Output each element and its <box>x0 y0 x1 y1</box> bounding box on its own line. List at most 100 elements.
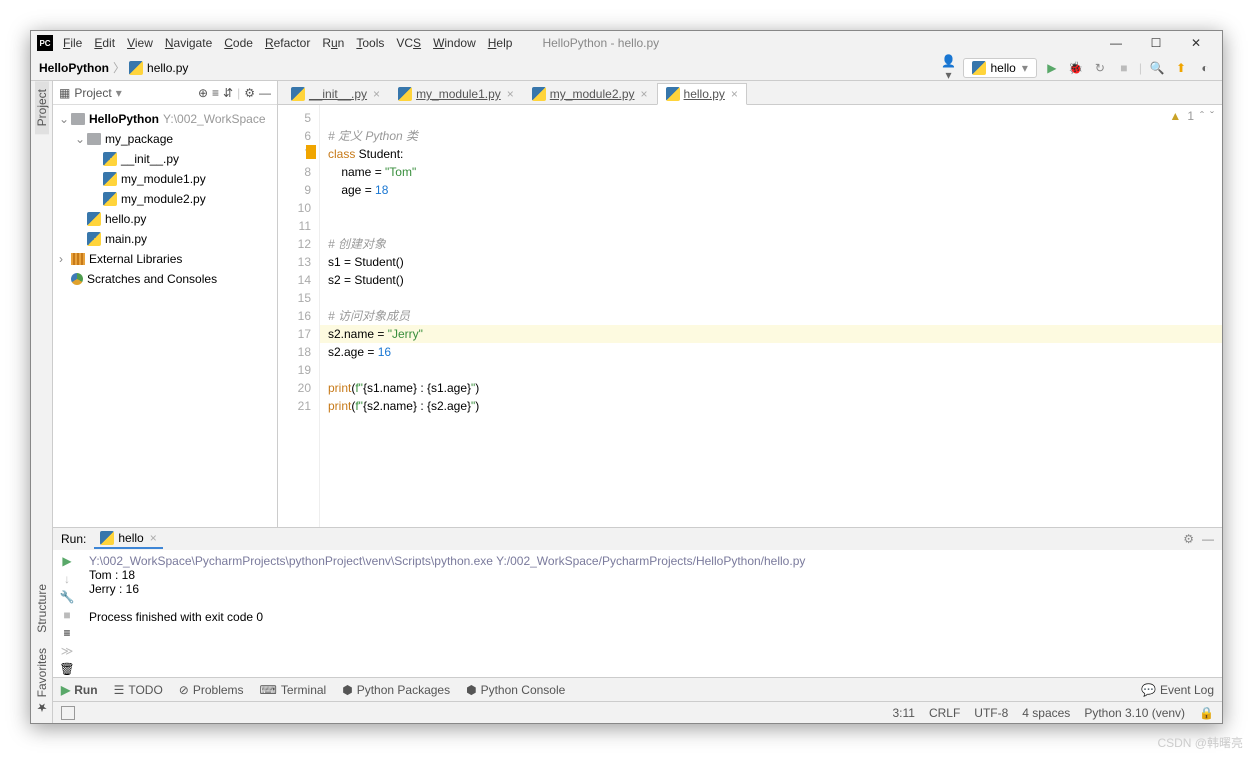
maximize-button[interactable]: ☐ <box>1136 33 1176 53</box>
run-hide-icon[interactable]: — <box>1202 532 1214 546</box>
titlebar: PC File Edit View Navigate Code Refactor… <box>31 31 1222 55</box>
tab-module1[interactable]: my_module1.py× <box>389 83 523 105</box>
collapse-icon[interactable]: ⇵ <box>223 86 233 100</box>
bt-terminal[interactable]: ⌨Terminal <box>260 683 327 697</box>
stop-button[interactable]: ■ <box>1115 61 1133 75</box>
inspection-widget[interactable]: ▲1ˆˇ <box>1169 109 1214 123</box>
run-gear-icon[interactable]: ⚙ <box>1183 532 1194 546</box>
tree-file[interactable]: main.py <box>53 229 277 249</box>
tree-file[interactable]: my_module2.py <box>53 189 277 209</box>
menu-refactor[interactable]: Refactor <box>265 36 310 50</box>
project-panel: ▦Project▾ ⊕ ≡ ⇵ | ⚙ — ⌄HelloPythonY:\002… <box>53 81 278 527</box>
menu-navigate[interactable]: Navigate <box>165 36 212 50</box>
hide-icon[interactable]: — <box>259 86 271 100</box>
delete-button[interactable]: 🗑 <box>59 662 74 676</box>
breadcrumb-file[interactable]: hello.py <box>147 61 188 75</box>
tree-file[interactable]: my_module1.py <box>53 169 277 189</box>
bottom-toolbar: ▶Run ☰TODO ⊘Problems ⌨Terminal ⬢Python P… <box>53 677 1222 701</box>
tool-button[interactable]: ≡ <box>63 626 70 640</box>
tree-scratches[interactable]: Scratches and Consoles <box>53 269 277 289</box>
run-config-select[interactable]: hello ▾ <box>963 58 1036 78</box>
status-bar: 3:11 CRLF UTF-8 4 spaces Python 3.10 (ve… <box>53 701 1222 723</box>
tree-file[interactable]: __init__.py <box>53 149 277 169</box>
editor-tabs: __init__.py× my_module1.py× my_module2.p… <box>278 81 1222 105</box>
run-config-name: hello <box>990 61 1015 75</box>
window-title: HelloPython - hello.py <box>542 36 659 50</box>
tab-init[interactable]: __init__.py× <box>282 83 389 105</box>
tree-external-libs[interactable]: ›External Libraries <box>53 249 277 269</box>
close-tab-icon[interactable]: × <box>731 87 738 101</box>
minimize-button[interactable]: — <box>1096 33 1136 53</box>
bt-pyconsole[interactable]: ⬢Python Console <box>466 683 565 697</box>
run-header: Run: hello× ⚙ — <box>53 528 1222 550</box>
close-tab-icon[interactable]: × <box>373 87 380 101</box>
expand-icon[interactable]: ≡ <box>212 86 219 100</box>
update-icon[interactable]: ⬆ <box>1172 61 1190 75</box>
menu-edit[interactable]: Edit <box>94 36 115 50</box>
menu-vcs[interactable]: VCS <box>396 36 421 50</box>
menu-help[interactable]: Help <box>488 36 513 50</box>
bt-todo[interactable]: ☰TODO <box>114 683 163 697</box>
caret-position[interactable]: 3:11 <box>892 706 914 720</box>
bt-problems[interactable]: ⊘Problems <box>179 683 244 697</box>
bt-eventlog[interactable]: 💬Event Log <box>1141 683 1214 697</box>
code-lines[interactable]: # 定义 Python 类 class Student: name = "Tom… <box>320 105 1222 527</box>
menu-window[interactable]: Window <box>433 36 476 50</box>
debug-button[interactable]: 🐞 <box>1067 61 1085 75</box>
menu-view[interactable]: View <box>127 36 153 50</box>
tool-button[interactable]: ■ <box>63 608 70 622</box>
bt-run[interactable]: ▶Run <box>61 683 98 697</box>
navigation-bar: HelloPython 〉 hello.py 👤▾ hello ▾ ▶ 🐞 ↻ … <box>31 55 1222 81</box>
locate-icon[interactable]: ⊕ <box>198 86 208 100</box>
tree-package[interactable]: ⌄my_package <box>53 129 277 149</box>
status-box-icon[interactable] <box>61 706 75 720</box>
breadcrumb-root[interactable]: HelloPython <box>39 61 109 75</box>
python-icon <box>972 61 986 75</box>
tab-hello[interactable]: hello.py× <box>657 83 747 105</box>
tab-module2[interactable]: my_module2.py× <box>523 83 657 105</box>
menu-tools[interactable]: Tools <box>356 36 384 50</box>
code-editor[interactable]: ▲1ˆˇ 56789101112131415161718192021 # 定义 … <box>278 105 1222 527</box>
rail-project[interactable]: Project <box>35 81 49 134</box>
project-tree: ⌄HelloPythonY:\002_WorkSpace ⌄my_package… <box>53 105 277 293</box>
watermark: CSDN @韩曙亮 <box>1157 734 1243 751</box>
rail-favorites[interactable]: ★ Favorites <box>35 640 49 723</box>
run-toolbar: ▶ ↓ 🔧 ■ ≡ ≫ 🗑 <box>53 550 81 677</box>
interpreter[interactable]: Python 3.10 (venv) <box>1084 706 1185 720</box>
rerun-button[interactable]: ▶ <box>62 554 71 568</box>
menu-run[interactable]: Run <box>322 36 344 50</box>
close-tab-icon[interactable]: × <box>641 87 648 101</box>
menu-file[interactable]: File <box>63 36 82 50</box>
tool-button[interactable]: 🔧 <box>60 590 75 604</box>
encoding[interactable]: UTF-8 <box>974 706 1008 720</box>
bt-pypackages[interactable]: ⬢Python Packages <box>342 683 450 697</box>
breadcrumb-sep: 〉 <box>113 59 125 76</box>
close-button[interactable]: ✕ <box>1176 33 1216 53</box>
python-file-icon <box>129 61 143 75</box>
bookmark-icon[interactable] <box>306 145 316 159</box>
search-icon[interactable]: 🔍 <box>1148 61 1166 75</box>
ide-help-icon[interactable]: ◐ <box>1196 61 1214 75</box>
app-logo: PC <box>37 35 53 51</box>
console-output[interactable]: Y:\002_WorkSpace\PycharmProjects\pythonP… <box>81 550 1222 677</box>
left-tool-rail: Project Structure ★ Favorites <box>31 81 53 723</box>
body: Project Structure ★ Favorites ▦Project▾ … <box>31 81 1222 723</box>
user-icon[interactable]: 👤▾ <box>939 54 957 82</box>
ide-window: PC File Edit View Navigate Code Refactor… <box>30 30 1223 724</box>
rail-structure[interactable]: Structure <box>35 576 49 641</box>
coverage-button[interactable]: ↻ <box>1091 61 1109 75</box>
line-separator[interactable]: CRLF <box>929 706 960 720</box>
tree-file[interactable]: hello.py <box>53 209 277 229</box>
run-button[interactable]: ▶ <box>1043 61 1061 75</box>
lock-icon[interactable]: 🔒 <box>1199 706 1214 720</box>
gear-icon[interactable]: ⚙ <box>244 86 255 100</box>
close-tab-icon[interactable]: × <box>507 87 514 101</box>
run-tab[interactable]: hello× <box>94 529 162 549</box>
run-tool-window: Run: hello× ⚙ — ▶ ↓ 🔧 ■ ≡ ≫ 🗑 <box>53 527 1222 677</box>
menu-code[interactable]: Code <box>224 36 253 50</box>
tool-button[interactable]: ≫ <box>61 644 74 658</box>
tree-root[interactable]: ⌄HelloPythonY:\002_WorkSpace <box>53 109 277 129</box>
indent[interactable]: 4 spaces <box>1022 706 1070 720</box>
stop-run-button[interactable]: ↓ <box>64 572 70 586</box>
gutter: 56789101112131415161718192021 <box>278 105 320 527</box>
